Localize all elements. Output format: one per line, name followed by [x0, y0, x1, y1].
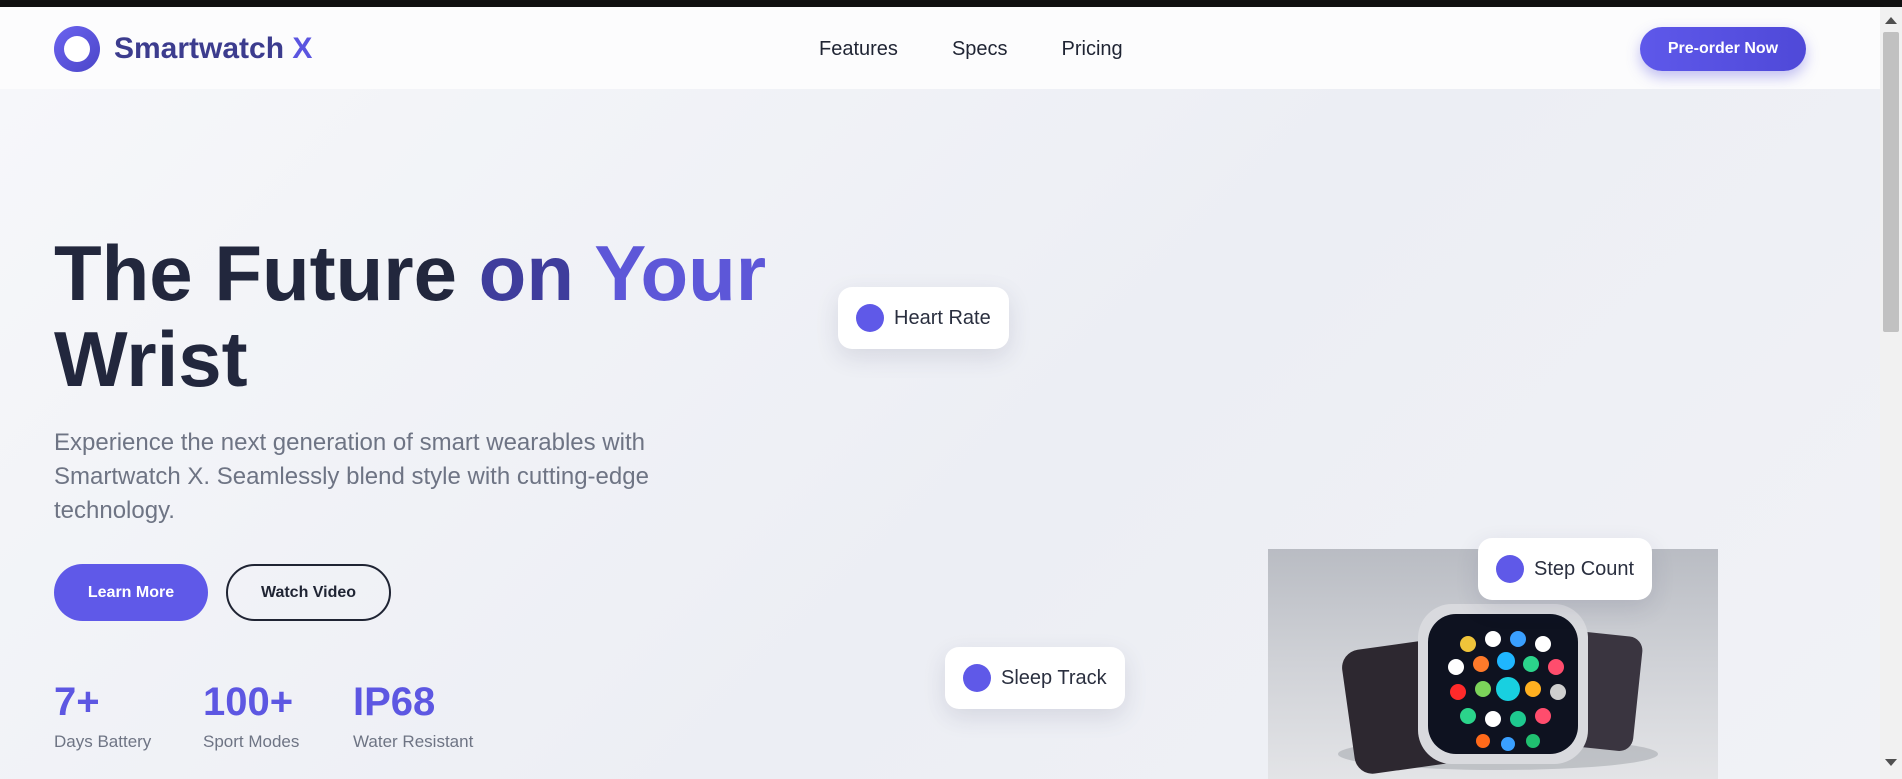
stat-sport-modes: 100+ Sport Modes: [203, 680, 299, 752]
scroll-down-arrow-icon[interactable]: [1885, 759, 1897, 766]
stat-value: 100+: [203, 680, 294, 724]
feature-chip-label: Step Count: [1534, 557, 1635, 580]
brand-name: Smartwatch X: [114, 32, 312, 66]
feature-chip-step-count: Step Count: [1478, 538, 1653, 600]
brand-logo-icon: [54, 26, 100, 72]
step-count-icon: [1496, 555, 1524, 583]
sleep-track-icon: [963, 664, 991, 692]
stat-label: Days Battery: [54, 732, 152, 751]
feature-chip-heart-rate: Heart Rate: [838, 287, 1009, 349]
hero-title-part-3: Your: [594, 229, 767, 317]
hero-subtitle: Experience the next generation of smart …: [54, 429, 649, 524]
hero-title-part-1: The Future: [54, 229, 457, 317]
feature-chip-label: Heart Rate: [894, 306, 991, 329]
scrollbar-thumb[interactable]: [1883, 32, 1899, 332]
scroll-up-arrow-icon[interactable]: [1885, 17, 1897, 24]
feature-chip-sleep-track: Sleep Track: [945, 647, 1125, 709]
stat-value: 7+: [54, 680, 100, 724]
browser-top-bar: [0, 0, 1902, 7]
learn-more-button[interactable]: Learn More: [54, 564, 208, 621]
brand-name-accent: X: [292, 32, 313, 65]
nav-link-specs[interactable]: Specs: [952, 37, 1008, 61]
nav-link-pricing[interactable]: Pricing: [1062, 37, 1123, 61]
nav-link-features[interactable]: Features: [819, 37, 898, 61]
brand[interactable]: Smartwatch X: [54, 26, 312, 72]
stat-battery: 7+ Days Battery: [54, 680, 151, 752]
feature-chip-label: Sleep Track: [1001, 666, 1107, 689]
hero-title-part-4: Wrist: [54, 315, 248, 403]
brand-name-text: Smartwatch: [114, 32, 285, 65]
page-scrollbar[interactable]: [1880, 7, 1902, 779]
stat-label: Sport Modes: [203, 732, 300, 751]
stat-value: IP68: [353, 680, 436, 724]
main-nav: Features Specs Pricing: [819, 37, 1177, 61]
hero-title: The Future on Your Wrist: [54, 230, 774, 402]
heart-rate-icon: [856, 304, 884, 332]
stat-water-resistant: IP68 Water Resistant: [353, 680, 473, 752]
site-header: Smartwatch X Features Specs Pricing Pre-…: [0, 7, 1880, 89]
watch-video-button[interactable]: Watch Video: [226, 564, 391, 621]
stat-label: Water Resistant: [353, 732, 474, 751]
hero-title-part-2: on: [478, 229, 574, 317]
preorder-button[interactable]: Pre-order Now: [1640, 27, 1806, 71]
brand-logo-ring: [64, 36, 90, 62]
